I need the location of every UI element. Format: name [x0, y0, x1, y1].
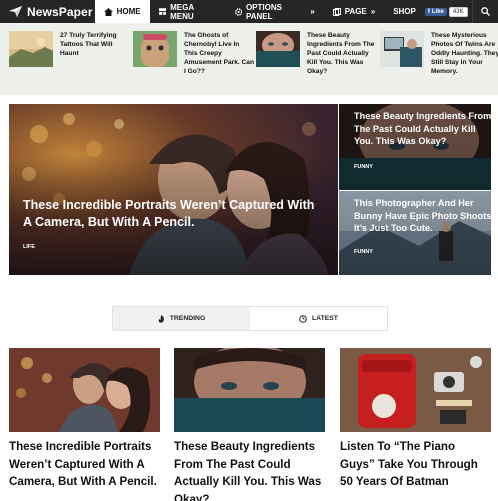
facebook-like-widget[interactable]: f Like 43K	[424, 6, 472, 17]
nav-home[interactable]: HOME	[94, 0, 150, 23]
hero-side-title[interactable]: This Photographer And Her Bunny Have Epi…	[354, 197, 491, 235]
hero-side-category[interactable]: FUNNY	[354, 249, 373, 255]
tab-latest[interactable]: LATEST	[250, 307, 387, 330]
facebook-like-button[interactable]: f Like	[424, 7, 447, 16]
card-title[interactable]: These Incredible Portraits Weren’t Captu…	[9, 438, 160, 491]
strip-thumbnail	[380, 31, 424, 67]
facebook-icon: f	[427, 8, 430, 15]
facebook-like-count: 43K	[448, 6, 468, 17]
hero-main-category[interactable]: LIFE	[23, 244, 35, 250]
gear-icon	[234, 7, 242, 16]
article-card[interactable]: These Beauty Ingredients From The Past C…	[174, 348, 325, 501]
strip-title[interactable]: 27 Truly Terrifying Tattoos That Will Ha…	[60, 31, 130, 67]
strip-item[interactable]: These Beauty Ingredients From The Past C…	[256, 31, 377, 76]
card-image[interactable]	[174, 348, 325, 432]
card-title[interactable]: These Beauty Ingredients From The Past C…	[174, 438, 325, 501]
card-thumbnail	[340, 348, 491, 432]
hero-main-title[interactable]: These Incredible Portraits Weren’t Captu…	[23, 197, 323, 231]
trending-latest-tabs: TRENDING LATEST	[112, 306, 388, 331]
nav-page[interactable]: PAGE »	[324, 0, 385, 23]
card-thumbnail	[174, 348, 325, 432]
hero-main-article[interactable]: These Incredible Portraits Weren’t Captu…	[9, 104, 338, 275]
article-card[interactable]: Listen To “The Piano Guys” Take You Thro…	[340, 348, 491, 491]
nav-options-panel[interactable]: OPTIONS PANEL »	[226, 0, 324, 23]
card-title[interactable]: Listen To “The Piano Guys” Take You Thro…	[340, 438, 491, 491]
hero-side-article[interactable]: This Photographer And Her Bunny Have Epi…	[339, 191, 491, 275]
nav-options-panel-label: OPTIONS PANEL	[245, 2, 282, 21]
nav-shop-label: SHOP	[393, 7, 416, 16]
strip-title[interactable]: These Beauty Ingredients From The Past C…	[307, 31, 377, 76]
site-logo[interactable]: NewsPaper	[0, 0, 95, 23]
article-card[interactable]: These Incredible Portraits Weren’t Captu…	[9, 348, 160, 491]
hero-side-title[interactable]: These Beauty Ingredients From The Past C…	[354, 110, 491, 148]
strip-title[interactable]: These Mysterious Photos Of Twins Are Odd…	[431, 31, 498, 76]
chevron-right-icon: »	[370, 7, 376, 16]
nav-mega-menu[interactable]: MEGA MENU	[150, 0, 226, 23]
featured-strip: 27 Truly Terrifying Tattoos That Will Ha…	[0, 23, 498, 95]
nav-mega-menu-label: MEGA MENU	[170, 2, 194, 21]
tab-trending[interactable]: TRENDING	[113, 307, 250, 330]
card-thumbnail	[9, 348, 160, 432]
tab-latest-label: LATEST	[312, 315, 338, 322]
hero-overlay	[9, 104, 338, 275]
strip-title[interactable]: The Ghosts of Chernobyl Live In This Cre…	[184, 31, 254, 76]
menu-icon	[158, 8, 167, 15]
logo-text: NewsPaper	[27, 4, 93, 19]
search-icon	[480, 7, 490, 16]
paper-plane-icon	[9, 6, 22, 17]
nav-page-label: PAGE	[344, 7, 367, 16]
search-button[interactable]	[471, 0, 498, 23]
clock-icon	[299, 314, 307, 323]
strip-thumbnail	[9, 31, 53, 67]
nav-home-label: HOME	[116, 7, 141, 16]
card-image[interactable]	[9, 348, 160, 432]
strip-item[interactable]: These Mysterious Photos Of Twins Are Odd…	[380, 31, 498, 76]
flame-icon	[158, 314, 164, 323]
hero-side-article[interactable]: These Beauty Ingredients From The Past C…	[339, 104, 491, 190]
page-icon	[332, 7, 341, 16]
nav-shop[interactable]: SHOP	[384, 0, 425, 23]
hero-side-category[interactable]: FUNNY	[354, 164, 373, 170]
strip-thumbnail	[256, 31, 300, 67]
top-nav: NewsPaper HOME MEGA MENU OPTIONS PANEL »…	[0, 0, 498, 23]
card-image[interactable]	[340, 348, 491, 432]
strip-item[interactable]: 27 Truly Terrifying Tattoos That Will Ha…	[9, 31, 130, 67]
home-icon	[103, 7, 113, 16]
strip-thumbnail	[133, 31, 177, 67]
tab-trending-label: TRENDING	[169, 315, 206, 322]
chevron-right-icon: »	[310, 7, 315, 16]
strip-item[interactable]: The Ghosts of Chernobyl Live In This Cre…	[133, 31, 254, 76]
